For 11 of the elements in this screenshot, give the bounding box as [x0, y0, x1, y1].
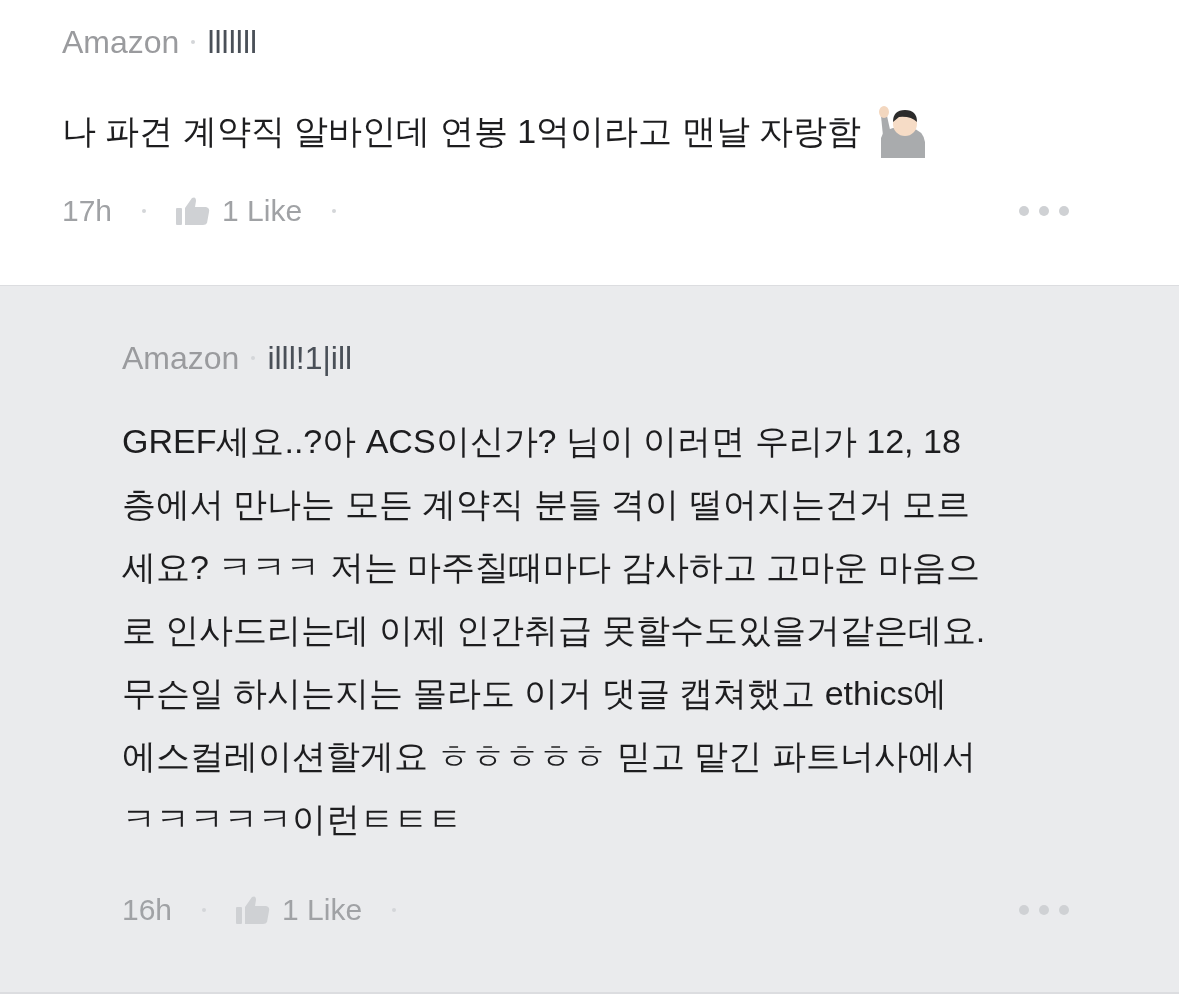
comment-time: 17h [62, 193, 113, 229]
user-nickname[interactable]: illl!1|ill [267, 336, 353, 380]
comment-text: GREF세요..?아 ACS이신가? 님이 이러면 우리가 12, 18 층에서 만나는 모든 계약직 분들 격이 떨어지는건거 모르 세요? ㅋㅋㅋ 저는 마주칠때마다 감사하고 고마운 마음으 로 인사드리는데 이제 인간취급 못할수도있을거같은데요. 무슨일 하시는지는 몰라도 이거 댓글 캡쳐했고 ethics에 에스컬레이션할게요 ㅎㅎㅎㅎㅎ 믿고 맡긴 파트너사에서 ㅋㅋㅋㅋㅋ이런ㅌㅌㅌ [122, 421, 987, 840]
thumbs-up-icon [176, 195, 211, 226]
comment-text: 나 파견 계약직 알바인데 연봉 1억이라고 맨날 자랑함 [62, 111, 862, 152]
company-name: Amazon [122, 339, 240, 378]
company-name: Amazon [62, 23, 180, 62]
user-nickname[interactable]: lllllll [207, 20, 258, 64]
person-raising-hand-icon [877, 104, 928, 158]
comment-time: 16h [122, 892, 173, 928]
thumbs-up-icon [236, 894, 271, 925]
